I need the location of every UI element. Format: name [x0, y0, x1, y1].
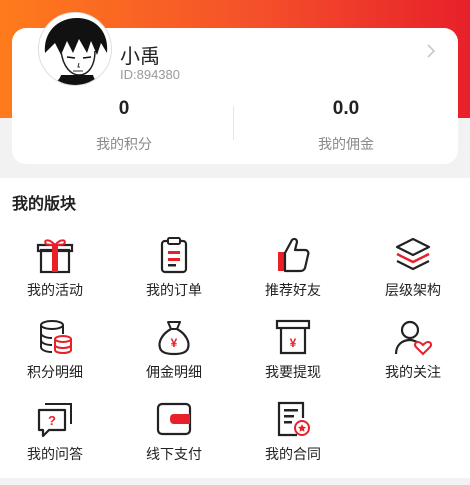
grid-item-label: 我的关注 — [385, 365, 441, 381]
user-heart-icon — [393, 318, 433, 356]
money-bag-icon: ¥ — [154, 318, 194, 356]
avatar-image — [39, 13, 111, 85]
points-value: 0 — [118, 98, 130, 119]
my-modules-section: 我的版块 我的活动 我的订单 推荐好友 层级架构 积分明细 ¥ 佣金明细 ¥ 我… — [0, 178, 470, 478]
stats-divider — [233, 106, 234, 140]
grid-item-label: 我的订单 — [146, 283, 202, 299]
layers-icon — [393, 236, 433, 274]
section-title: 我的版块 — [12, 194, 77, 213]
grid-item-contract[interactable]: 我的合同 — [238, 400, 348, 470]
coin-stack-icon — [35, 318, 75, 356]
grid-item-label: 积分明细 — [27, 365, 83, 381]
grid-item-orders[interactable]: 我的订单 — [119, 236, 229, 306]
grid-item-qa[interactable]: ? 我的问答 — [0, 400, 110, 470]
svg-text:?: ? — [48, 413, 56, 428]
grid-item-label: 佣金明细 — [146, 365, 202, 381]
grid-item-offline-payment[interactable]: 线下支付 — [119, 400, 229, 470]
grid-item-activities[interactable]: 我的活动 — [0, 236, 110, 306]
wallet-icon — [154, 400, 194, 438]
question-chat-icon: ? — [35, 400, 75, 438]
commission-value: 0.0 — [332, 98, 360, 119]
commission-stat[interactable]: 0.0 我的佣金 — [266, 98, 426, 154]
contract-icon — [273, 400, 313, 438]
grid-item-label: 我的活动 — [27, 283, 83, 299]
points-label: 我的积分 — [96, 137, 152, 153]
svg-text:¥: ¥ — [290, 336, 297, 350]
clipboard-icon — [154, 236, 194, 274]
grid-item-label: 层级架构 — [385, 283, 441, 299]
grid-item-points-detail[interactable]: 积分明细 — [0, 318, 110, 388]
grid-item-withdraw[interactable]: ¥ 我要提现 — [238, 318, 348, 388]
username: 小禹 — [120, 44, 160, 68]
gift-icon — [35, 236, 75, 274]
grid-item-following[interactable]: 我的关注 — [358, 318, 468, 388]
grid-item-commission-detail[interactable]: ¥ 佣金明细 — [119, 318, 229, 388]
svg-text:¥: ¥ — [171, 336, 178, 350]
chevron-right-icon[interactable] — [424, 43, 438, 59]
withdraw-icon: ¥ — [273, 318, 313, 356]
grid-item-label: 我的问答 — [27, 447, 83, 463]
grid-item-refer-friends[interactable]: 推荐好友 — [238, 236, 348, 306]
points-stat[interactable]: 0 我的积分 — [44, 98, 204, 154]
grid-item-hierarchy[interactable]: 层级架构 — [358, 236, 468, 306]
commission-label: 我的佣金 — [318, 137, 374, 153]
grid-item-label: 我的合同 — [265, 447, 321, 463]
grid-item-label: 线下支付 — [146, 447, 202, 463]
avatar[interactable] — [38, 12, 112, 86]
user-id: ID:894380 — [120, 67, 180, 82]
thumbs-up-icon — [273, 236, 313, 274]
grid-item-label: 推荐好友 — [265, 283, 321, 299]
grid-item-label: 我要提现 — [265, 365, 321, 381]
